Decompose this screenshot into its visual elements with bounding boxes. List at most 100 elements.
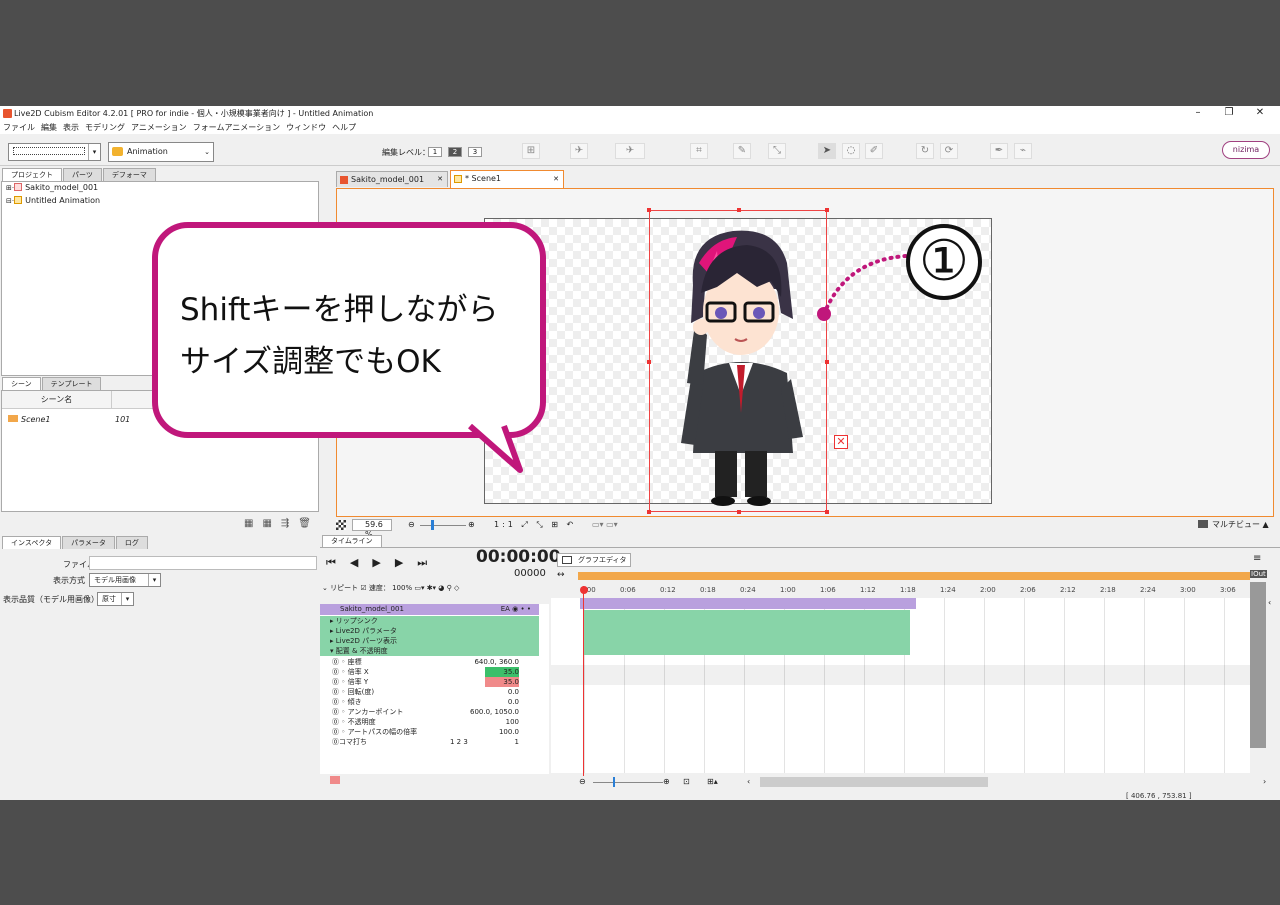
arrow-tool-icon[interactable]: ➤ — [818, 143, 836, 159]
zoom-slider-thumb[interactable] — [431, 520, 434, 530]
tab-model-view[interactable]: Sakito_model_001 ✕ — [336, 171, 448, 187]
rotation-deformer-icon[interactable]: ↻ — [916, 143, 934, 159]
prop-value[interactable]: 100 — [506, 717, 519, 727]
close-tab-icon[interactable]: ✕ — [437, 172, 443, 187]
prop-skew[interactable]: ⓪ ◦ 傾き 0.0 — [320, 697, 539, 707]
pen-tool-icon[interactable]: ✒ — [990, 143, 1008, 159]
edit-level-2-button[interactable]: 2 — [448, 147, 462, 157]
resize-handle[interactable] — [825, 510, 829, 514]
prop-value[interactable]: 1 — [515, 737, 519, 747]
prop-scale-y[interactable]: ⓪ ◦ 倍率 Y 35.0 — [320, 677, 539, 687]
nizima-button[interactable]: nizima — [1222, 141, 1270, 159]
auto-deformer-icon[interactable]: ✈ — [615, 143, 645, 159]
frame-step-buttons[interactable]: 1 2 3 — [450, 737, 468, 747]
menu-view[interactable]: 表示 — [63, 123, 79, 132]
warp-deformer-icon[interactable]: ✈ — [570, 143, 588, 159]
scroll-right-icon[interactable]: › — [1263, 774, 1266, 790]
group-live2d-parameters[interactable]: ▸ Live2D パラメータ — [320, 626, 539, 636]
multiview-button[interactable]: マルチビュー ▲ — [1198, 518, 1278, 532]
resize-handle[interactable] — [737, 208, 741, 212]
prop-scale-x[interactable]: ⓪ ◦ 倍率 X 35.0 — [320, 667, 539, 677]
pin-tool-icon[interactable]: ✎ — [733, 143, 751, 159]
prop-value[interactable]: 100.0 — [499, 727, 519, 737]
resize-handle[interactable] — [825, 208, 829, 212]
tab-parts[interactable]: パーツ — [63, 168, 102, 181]
menu-edit[interactable]: 編集 — [41, 123, 57, 132]
minimize-button[interactable]: – — [1183, 106, 1213, 121]
time-ruler[interactable]: 0:000:060:120:180:241:001:061:121:181:24… — [578, 586, 1250, 596]
zoom-out-icon[interactable]: ⊖ — [579, 774, 586, 790]
selection-combo[interactable]: ▾ — [8, 143, 101, 161]
model-duration-bar[interactable] — [580, 598, 916, 609]
view-fit-icons[interactable]: 1:1 ⤢ ⤡ ⊞ ↶ — [494, 518, 576, 532]
prop-opacity[interactable]: ⓪ ◦ 不透明度 100 — [320, 717, 539, 727]
resize-handle[interactable] — [647, 510, 651, 514]
maximize-button[interactable]: ❐ — [1214, 106, 1244, 121]
work-area-bar[interactable] — [578, 572, 1250, 580]
display-mode-select[interactable]: モデル用画像 ▾ — [89, 573, 161, 587]
file-field[interactable] — [89, 556, 317, 570]
track-visibility-icons[interactable]: EA ◉ • • — [501, 604, 531, 615]
tree-item-model[interactable]: ⊞· Sakito_model_001 — [6, 182, 98, 194]
tab-template[interactable]: テンプレート — [41, 377, 102, 390]
scroll-up-icon[interactable]: ‹ — [1268, 598, 1271, 607]
tree-item-animation[interactable]: ⊟· Untitled Animation — [6, 195, 100, 207]
playhead-line[interactable] — [583, 586, 584, 776]
fit-timeline-icon[interactable]: ⊡ — [683, 774, 690, 790]
menu-modeling[interactable]: モデリング — [85, 123, 125, 132]
graph-editor-button[interactable]: グラフエディタ — [557, 553, 631, 567]
playhead-marker[interactable] — [580, 586, 588, 594]
brush-tool-icon[interactable]: ✐ — [865, 143, 883, 159]
prop-value[interactable]: 35.0 — [485, 677, 519, 687]
checker-icon[interactable] — [336, 520, 346, 530]
folder-add-icon[interactable] — [330, 776, 340, 784]
resize-handle[interactable] — [647, 360, 651, 364]
scene-action-icons[interactable]: ▦▦⇶🗑 — [244, 518, 320, 529]
mesh-tool-icon[interactable]: ⌗ — [690, 143, 708, 159]
display-toggle-icons[interactable]: ▭▾ ▭▾ — [592, 518, 618, 532]
prop-rotation[interactable]: ⓪ ◦ 回転(度) 0.0 — [320, 687, 539, 697]
prop-position[interactable]: ⓪ ◦ 座標 640.0, 360.0 — [320, 657, 539, 667]
close-button[interactable]: ✕ — [1245, 106, 1275, 121]
scene-row[interactable]: Scene1 — [8, 415, 50, 424]
edit-level-3-button[interactable]: 3 — [468, 147, 482, 157]
zoom-slider[interactable] — [420, 525, 466, 526]
out-marker-label[interactable]: IOut — [1250, 570, 1267, 578]
workspace-select[interactable]: Animation ⌄ — [108, 142, 214, 162]
prop-value[interactable]: 35.0 — [485, 667, 519, 677]
timeline-tool-icons[interactable]: ▭▾ ✱▾ ◕ ⚲ ◇ — [414, 584, 459, 592]
group-lipsync[interactable]: ▸ リップシンク — [320, 616, 539, 626]
width-arrows-icon[interactable]: ↔ — [557, 570, 565, 580]
resize-handle[interactable] — [737, 510, 741, 514]
resize-handle[interactable] — [825, 360, 829, 364]
playback-controls[interactable]: ⏮◀▶▶⏭ — [326, 556, 441, 570]
timeline-zoom-slider[interactable] — [593, 782, 663, 783]
tab-log[interactable]: ログ — [115, 536, 148, 549]
link-tool-icon[interactable]: ⌁ — [1014, 143, 1032, 159]
horizontal-scrollbar[interactable] — [760, 777, 988, 787]
zoom-field[interactable]: 59.6 % — [352, 519, 392, 539]
anchor-point-icon[interactable]: ✕ — [834, 435, 848, 449]
menu-animation[interactable]: アニメーション — [131, 123, 187, 132]
prop-value[interactable]: 0.0 — [508, 687, 519, 697]
resize-handle[interactable] — [647, 208, 651, 212]
lasso-tool-icon[interactable]: ◌ — [842, 143, 860, 159]
prop-value[interactable]: 640.0, 360.0 — [474, 657, 519, 667]
speed-label[interactable]: 速度： 100% — [369, 584, 412, 592]
prop-frame-step[interactable]: ⓪コマ打ち 1 2 31 — [320, 737, 539, 747]
edit-level-1-button[interactable]: 1 — [428, 147, 442, 157]
repeat-checkbox[interactable]: ☑ — [360, 584, 366, 592]
model-track[interactable]: Sakito_model_001 EA ◉ • • — [320, 604, 539, 615]
tab-parameter[interactable]: パラメータ — [62, 536, 115, 549]
group-duration-bar[interactable] — [584, 610, 910, 655]
tab-project[interactable]: プロジェクト — [2, 168, 62, 181]
prop-anchor[interactable]: ⓪ ◦ アンカーポイント 600.0, 1050.0 — [320, 707, 539, 717]
menu-file[interactable]: ファイル — [3, 123, 35, 132]
tab-deformer[interactable]: デフォーマ — [102, 168, 156, 181]
zoom-in-icon[interactable]: ⊕ — [468, 518, 475, 532]
prop-value[interactable]: 600.0, 1050.0 — [470, 707, 519, 717]
quality-select[interactable]: 原寸 ▾ — [97, 592, 134, 606]
glue-tool-icon[interactable]: ⤡ — [768, 143, 786, 159]
close-tab-icon[interactable]: ✕ — [553, 171, 559, 187]
group-live2d-parts[interactable]: ▸ Live2D パーツ表示 — [320, 636, 539, 646]
